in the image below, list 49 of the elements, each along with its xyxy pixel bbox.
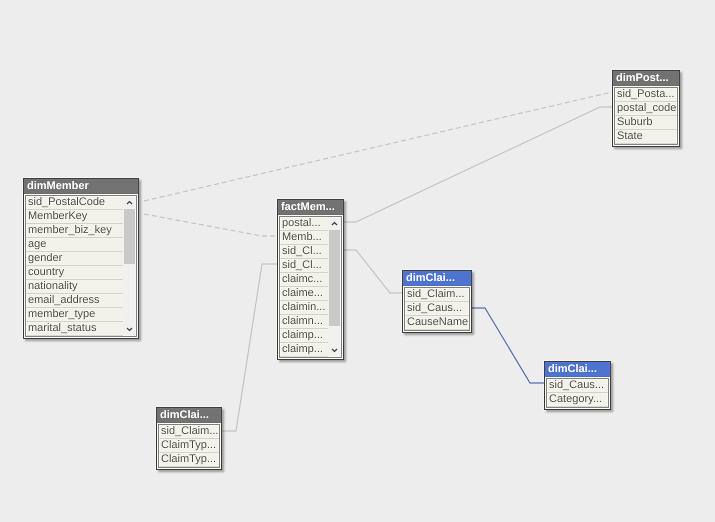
field-row[interactable]: State <box>615 130 677 144</box>
field-row[interactable]: claimc... <box>280 273 328 287</box>
table-node[interactable]: dimMember sid_PostalCode MemberKey member_biz_key age gender country nationality email_address member_type marital_status <box>23 178 139 339</box>
field-row[interactable]: marital_status <box>26 322 123 336</box>
field-row[interactable]: claimp... <box>280 343 328 357</box>
field-row[interactable]: sid_PostalCode <box>26 196 123 210</box>
field-row[interactable]: sid_Caus... <box>405 302 469 316</box>
field-row[interactable]: gender <box>26 252 123 266</box>
table-title: dimPost... <box>613 71 679 86</box>
table-node[interactable]: dimClai... sid_Caus... Category... <box>544 361 611 410</box>
field-row[interactable]: member_type <box>26 308 123 322</box>
field-row[interactable]: MemberKey <box>26 210 123 224</box>
table-node[interactable]: factMem... postal... Memb... sid_Cl... sid_Cl... claimc... claime... claimin... claimn... claimp... claimp... <box>277 199 344 360</box>
field-row[interactable]: Suburb <box>615 116 677 130</box>
field-row[interactable]: ClaimTyp... <box>159 439 219 453</box>
table-node[interactable]: dimClai... sid_Claim... sid_Caus... CauseName <box>402 270 472 333</box>
field-row[interactable]: ClaimTyp... <box>159 453 219 467</box>
field-row[interactable]: sid_Cl... <box>280 259 328 273</box>
table-title: factMem... <box>278 200 343 215</box>
field-row[interactable]: Category... <box>547 393 608 407</box>
field-row[interactable]: Memb... <box>280 231 328 245</box>
scrollbar-thumb[interactable] <box>329 230 340 326</box>
field-row[interactable]: postal_code <box>615 102 677 116</box>
field-row[interactable]: nationality <box>26 280 123 294</box>
table-title: dimMember <box>24 179 138 194</box>
table-node[interactable]: dimPost... sid_Posta... postal_code Suburb State <box>612 70 680 147</box>
table-title: dimClai... <box>403 271 471 286</box>
field-row[interactable]: claimin... <box>280 301 328 315</box>
field-row[interactable]: sid_Claim... <box>159 425 219 439</box>
scrollbar-thumb[interactable] <box>124 209 135 264</box>
scrollbar[interactable] <box>328 217 341 357</box>
field-row[interactable]: country <box>26 266 123 280</box>
table-title: dimClai... <box>545 362 610 377</box>
connector-line <box>344 249 402 294</box>
table-node[interactable]: dimClai... sid_Claim... ClaimTyp... ClaimTyp... <box>156 407 222 470</box>
field-row[interactable]: age <box>26 238 123 252</box>
field-row[interactable]: member_biz_key <box>26 224 123 238</box>
field-row[interactable]: sid_Cl... <box>280 245 328 259</box>
field-row[interactable]: CauseName <box>405 316 469 330</box>
field-row[interactable]: postal... <box>280 217 328 231</box>
scrollbar[interactable] <box>123 196 136 336</box>
field-row[interactable]: sid_Claim... <box>405 288 469 302</box>
table-title: dimClai... <box>157 408 221 423</box>
field-row[interactable]: sid_Caus... <box>547 379 608 393</box>
field-row[interactable]: claimn... <box>280 315 328 329</box>
field-row[interactable]: claimp... <box>280 329 328 343</box>
field-row[interactable]: sid_Posta... <box>615 88 677 102</box>
field-row[interactable]: claime... <box>280 287 328 301</box>
field-row[interactable]: email_address <box>26 294 123 308</box>
